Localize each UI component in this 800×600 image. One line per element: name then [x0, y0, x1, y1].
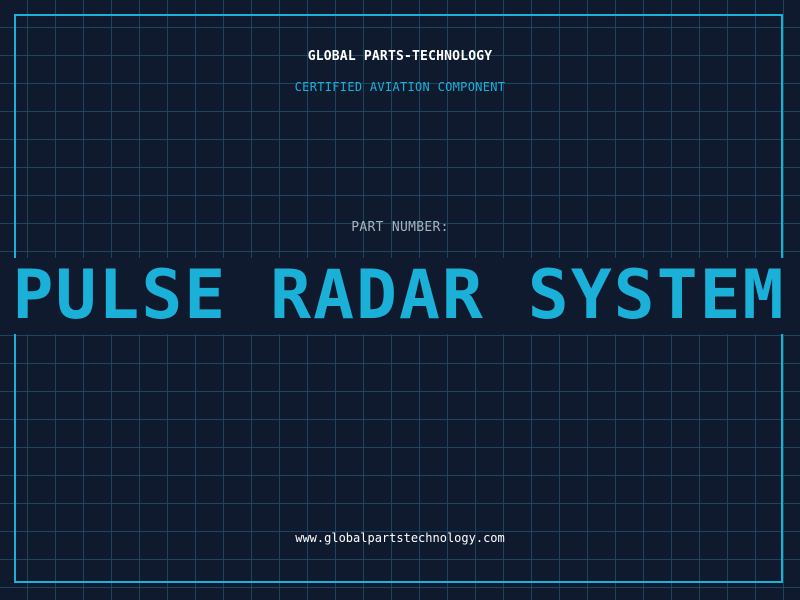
part-name: PULSE RADAR SYSTEM [12, 258, 786, 334]
part-name-band: PULSE RADAR SYSTEM [0, 258, 800, 334]
company-name: GLOBAL PARTS-TECHNOLOGY [307, 49, 493, 64]
part-number-label: PART NUMBER: [351, 220, 449, 235]
website-link[interactable]: www.globalpartstechnology.com [0, 531, 800, 545]
certification-subtitle: CERTIFIED AVIATION COMPONENT [294, 80, 506, 94]
